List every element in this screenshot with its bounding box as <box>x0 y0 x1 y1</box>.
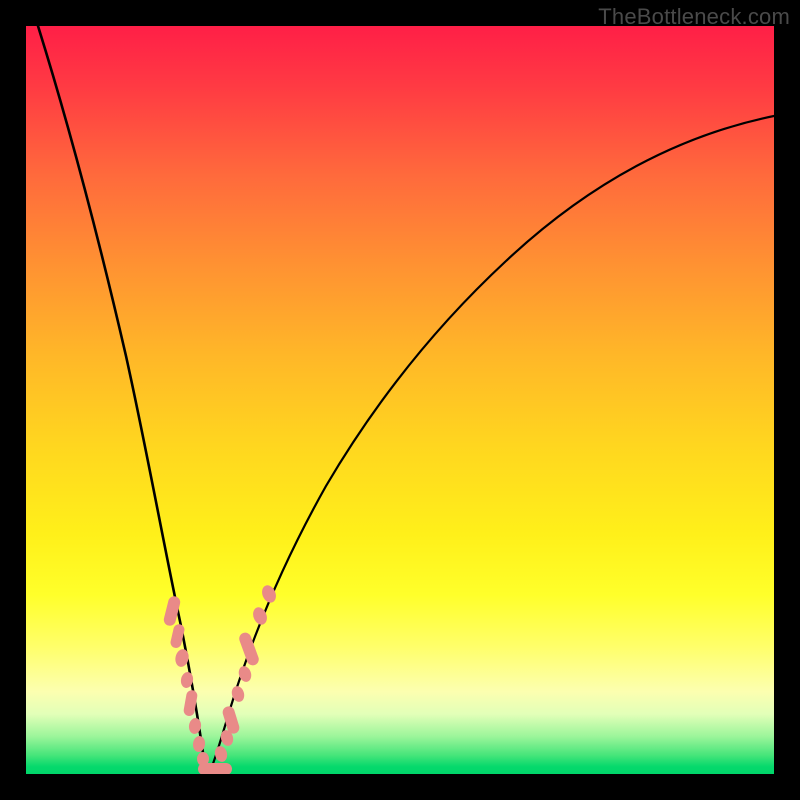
chart-frame: TheBottleneck.com <box>0 0 800 800</box>
chart-svg <box>26 26 774 774</box>
watermark-text: TheBottleneck.com <box>598 4 790 30</box>
curve-layer <box>38 26 774 774</box>
bottleneck-curve-right <box>208 116 774 774</box>
marker-layer <box>163 583 279 774</box>
plot-area <box>26 26 774 774</box>
